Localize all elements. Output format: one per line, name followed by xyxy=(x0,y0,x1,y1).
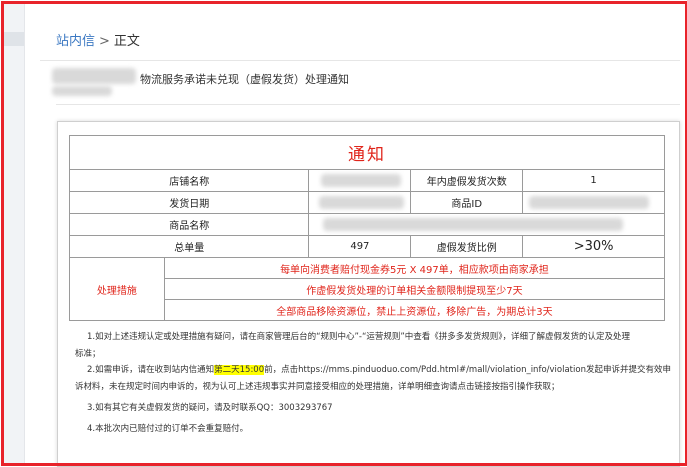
highlight-frame xyxy=(1,1,687,466)
